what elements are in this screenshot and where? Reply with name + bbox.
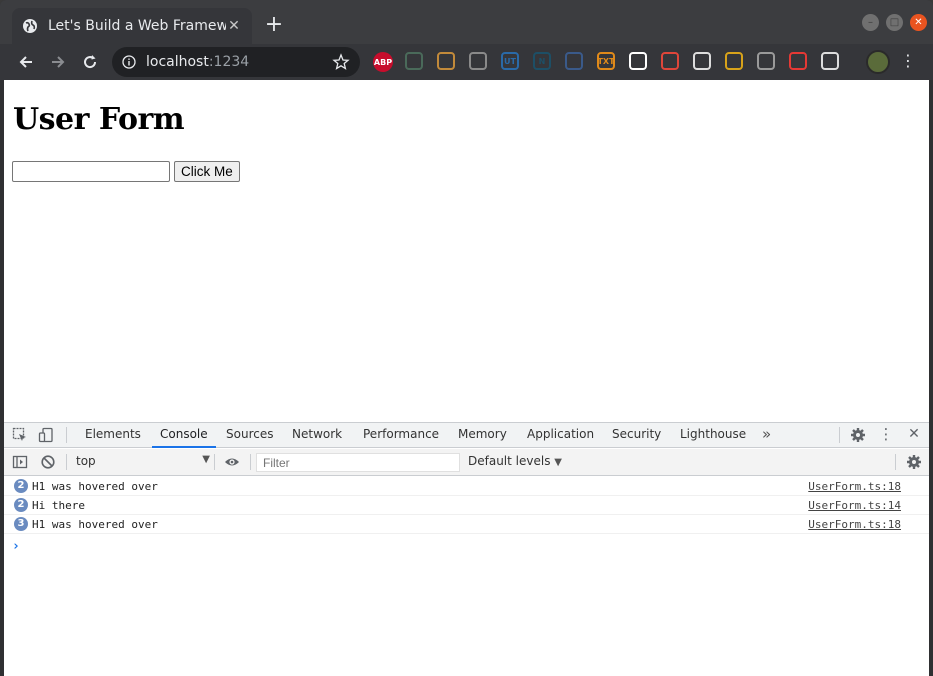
customize-menu-icon[interactable]: ⋮ — [878, 427, 894, 443]
graph-extension-icon[interactable] — [405, 52, 423, 70]
tab-application[interactable]: Application — [527, 423, 594, 448]
clear-console-icon[interactable] — [40, 454, 56, 470]
inspect-element-icon[interactable] — [12, 427, 28, 443]
globe-icon — [22, 18, 38, 34]
toolbar-divider — [66, 427, 67, 443]
tab-close-icon[interactable]: ✕ — [226, 18, 242, 34]
page-heading[interactable]: User Form — [13, 102, 185, 137]
toolbar-divider — [66, 454, 67, 470]
console-message: 2 Hi there UserForm.ts:14 — [4, 496, 929, 515]
adblock-plus-icon[interactable]: ABP — [373, 52, 393, 72]
new-tab-button[interactable]: + — [262, 14, 286, 38]
tab-console[interactable]: Console — [152, 423, 216, 448]
ut-extension-icon[interactable]: UT — [501, 52, 519, 70]
forward-icon[interactable] — [46, 50, 70, 74]
txt-extension-icon[interactable]: TXT — [597, 52, 615, 70]
devtools-tab-bar: Elements Console Sources Network Perform… — [4, 423, 929, 448]
console-message-text: H1 was hovered over — [32, 480, 158, 493]
books-extension-icon[interactable] — [725, 52, 743, 70]
profile-avatar[interactable] — [866, 50, 890, 74]
log-levels-dropdown[interactable]: Default levels ▼ — [468, 454, 562, 468]
source-link[interactable]: UserForm.ts:18 — [808, 480, 901, 493]
asterisk-extension-icon[interactable] — [789, 52, 807, 70]
console-message-text: Hi there — [32, 499, 85, 512]
toolbar-divider — [214, 454, 215, 470]
console-filter-input[interactable] — [256, 453, 460, 472]
close-window-button[interactable]: ✕ — [910, 14, 927, 31]
tab-lighthouse[interactable]: Lighthouse — [680, 423, 746, 448]
source-link[interactable]: UserForm.ts:14 — [808, 499, 901, 512]
tab-title: Let's Build a Web Framew — [48, 18, 226, 34]
console-message: 2 H1 was hovered over UserForm.ts:18 — [4, 477, 929, 496]
repeat-count-badge: 2 — [14, 498, 28, 512]
tab-network[interactable]: Network — [292, 423, 342, 448]
more-tabs-icon[interactable]: » — [762, 423, 771, 448]
url-host: localhost — [146, 54, 209, 70]
site-info-icon[interactable] — [122, 55, 136, 69]
window-frame-right — [929, 80, 933, 676]
hand-extension-icon[interactable] — [693, 52, 711, 70]
url-port: :1234 — [208, 54, 250, 70]
tab-sources[interactable]: Sources — [226, 423, 273, 448]
react-devtools-icon[interactable] — [821, 52, 839, 70]
console-prompt[interactable]: › — [12, 539, 20, 554]
close-devtools-icon[interactable]: ✕ — [906, 427, 922, 443]
sidebar-toggle-icon[interactable] — [12, 454, 28, 470]
browser-toolbar: localhost:1234 ABP UT N TXT ⋮ — [0, 44, 933, 80]
context-selector[interactable]: top ▼ — [76, 454, 210, 471]
minimize-button[interactable]: – — [862, 14, 879, 31]
repeat-count-badge: 3 — [14, 517, 28, 531]
toolbar-divider — [895, 454, 896, 470]
browser-window: Let's Build a Web Framew ✕ + – □ ✕ local… — [0, 0, 933, 676]
reload-icon[interactable] — [78, 50, 102, 74]
source-link[interactable]: UserForm.ts:18 — [808, 518, 901, 531]
user-form-input[interactable] — [12, 161, 170, 182]
screenshot-extension-icon[interactable] — [565, 52, 583, 70]
maximize-button[interactable]: □ — [886, 14, 903, 31]
toolbar-divider — [250, 454, 251, 470]
n-extension-icon[interactable]: N — [533, 52, 551, 70]
repeat-count-badge: 2 — [14, 479, 28, 493]
click-me-button[interactable]: Click Me — [174, 161, 240, 182]
address-bar[interactable]: localhost:1234 — [112, 47, 360, 77]
live-expression-eye-icon[interactable] — [224, 454, 240, 470]
tab-security[interactable]: Security — [612, 423, 661, 448]
tab-elements[interactable]: Elements — [85, 423, 141, 448]
image-extension-icon[interactable] — [661, 52, 679, 70]
github-icon[interactable] — [629, 52, 647, 70]
log-levels-label: Default levels — [468, 454, 551, 468]
browser-tab[interactable]: Let's Build a Web Framew ✕ — [12, 8, 252, 44]
settings-gear-icon[interactable] — [850, 427, 866, 443]
bookmark-star-icon[interactable] — [332, 53, 350, 71]
toolbar-divider — [839, 427, 840, 443]
bug-extension-icon[interactable] — [757, 52, 775, 70]
console-settings-gear-icon[interactable] — [906, 454, 922, 470]
console-toolbar: top ▼ Default levels ▼ — [4, 449, 929, 476]
console-messages: 2 H1 was hovered over UserForm.ts:18 2 H… — [4, 477, 929, 534]
tab-strip: Let's Build a Web Framew ✕ + – □ ✕ — [0, 0, 933, 44]
browser-menu-icon[interactable]: ⋮ — [900, 50, 916, 74]
context-value: top — [76, 454, 96, 468]
cloud-extension-icon[interactable] — [469, 52, 487, 70]
tab-performance[interactable]: Performance — [363, 423, 439, 448]
page-viewport: User Form Click Me — [4, 80, 929, 422]
tab-memory[interactable]: Memory — [458, 423, 507, 448]
console-message: 3 H1 was hovered over UserForm.ts:18 — [4, 515, 929, 534]
cookie-extension-icon[interactable] — [437, 52, 455, 70]
back-icon[interactable] — [14, 50, 38, 74]
device-toolbar-icon[interactable] — [38, 427, 54, 443]
chevron-down-icon: ▼ — [202, 454, 210, 465]
console-message-text: H1 was hovered over — [32, 518, 158, 531]
chevron-down-icon: ▼ — [554, 457, 562, 468]
devtools-panel: Elements Console Sources Network Perform… — [4, 422, 929, 676]
